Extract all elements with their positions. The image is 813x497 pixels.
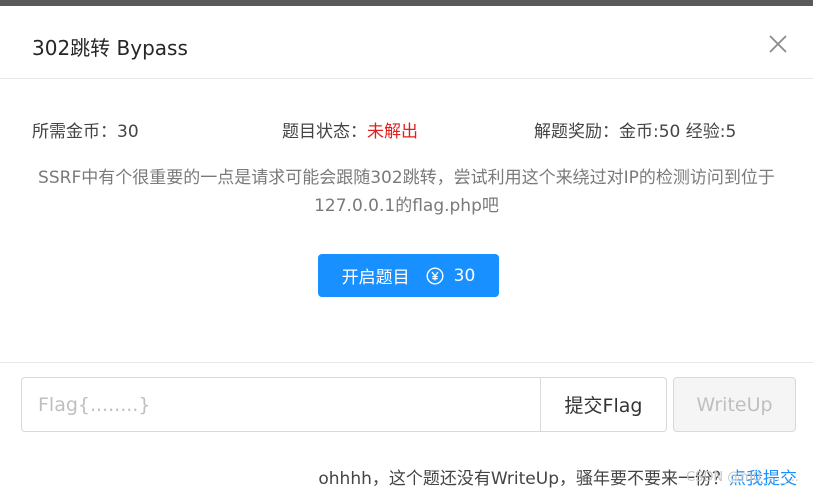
modal-title: 302跳转 Bypass bbox=[32, 36, 188, 60]
start-challenge-button[interactable]: 开启题目 30 bbox=[318, 254, 499, 297]
start-button-cost: 30 bbox=[453, 265, 476, 286]
close-icon[interactable] bbox=[767, 33, 789, 55]
status-value: 未解出 bbox=[367, 122, 418, 142]
flag-input[interactable] bbox=[21, 377, 541, 432]
reward-label: 解题奖励： bbox=[534, 122, 619, 142]
cost-label: 所需金币： bbox=[32, 122, 117, 142]
challenge-description: SSRF中有个很重要的一点是请求可能会跟随302跳转，尝试利用这个来绕过对IP的… bbox=[38, 168, 775, 216]
modal-header: 302跳转 Bypass bbox=[0, 6, 813, 79]
reward-value: 金币:50 经验:5 bbox=[619, 122, 737, 142]
watermark: CSDN @m0_..._... bbox=[686, 470, 799, 485]
section-divider bbox=[0, 362, 813, 363]
yen-circle-icon bbox=[426, 266, 444, 285]
start-button-label: 开启题目 bbox=[341, 268, 410, 288]
status-info: 题目状态：未解出 bbox=[282, 117, 418, 142]
cost-value: 30 bbox=[117, 122, 139, 142]
cost-info: 所需金币：30 bbox=[32, 117, 139, 142]
submit-flag-button[interactable]: 提交Flag bbox=[540, 377, 667, 432]
reward-info: 解题奖励：金币:50 经验:5 bbox=[534, 117, 736, 142]
status-label: 题目状态： bbox=[282, 122, 367, 142]
writeup-notice-text: ohhhh，这个题还没有WriteUp，骚年要不要来一份？ bbox=[318, 469, 729, 489]
writeup-button: WriteUp bbox=[673, 377, 796, 432]
